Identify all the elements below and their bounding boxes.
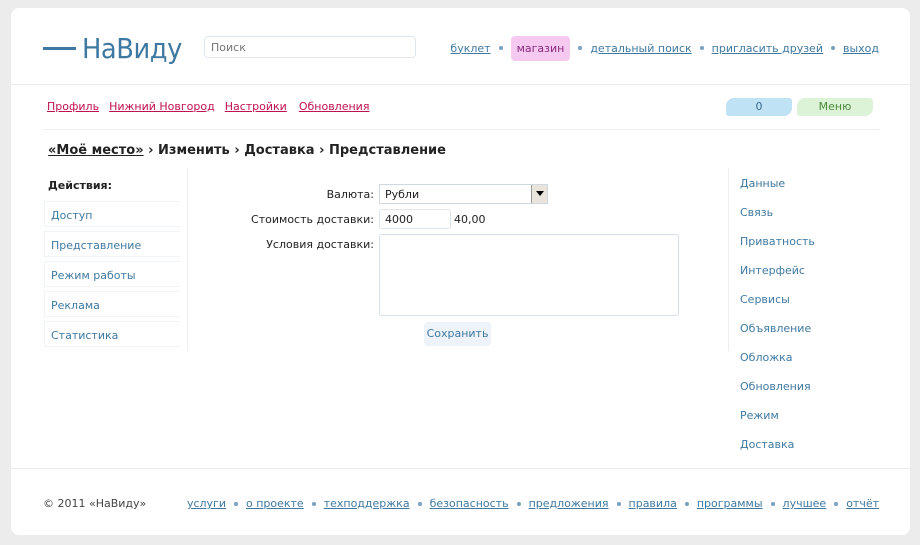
settings-menu: Данные Связь Приватность Интерфейс Серви…	[740, 177, 815, 467]
separator-dot	[417, 501, 422, 506]
menu-item-updates[interactable]: Обновления	[740, 380, 815, 409]
nav-invite-friends[interactable]: пригласить друзей	[712, 42, 823, 55]
subnav-profile[interactable]: Профиль	[47, 100, 99, 113]
subnav-divider	[43, 129, 879, 130]
footer-link[interactable]: безопасность	[430, 497, 509, 510]
column-divider	[728, 168, 729, 351]
nav-detailed-search[interactable]: детальный поиск	[590, 42, 691, 55]
footer-link[interactable]: отчёт	[846, 497, 879, 510]
currency-select[interactable]: Рубли	[379, 184, 548, 204]
menu-item-interface[interactable]: Интерфейс	[740, 264, 815, 293]
subnav-city[interactable]: Нижний Новгород	[109, 100, 215, 113]
action-work-mode[interactable]: Режим работы	[44, 261, 180, 287]
separator-dot	[233, 501, 238, 506]
separator-dot	[699, 46, 704, 50]
separator-dot	[311, 501, 316, 506]
save-button[interactable]: Сохранить	[424, 322, 491, 346]
cost-input[interactable]: 4000	[379, 209, 451, 229]
footer-link[interactable]: техподдержка	[324, 497, 410, 510]
menu-item-announcement[interactable]: Объявление	[740, 322, 815, 351]
menu-item-delivery[interactable]: Доставка	[740, 438, 815, 467]
subnav-updates[interactable]: Обновления	[299, 100, 370, 113]
menu-item-mode[interactable]: Режим	[740, 409, 815, 438]
breadcrumb-sep: ›	[148, 143, 154, 158]
cost-display: 40,00	[454, 213, 486, 226]
action-access[interactable]: Доступ	[44, 201, 180, 227]
search-input[interactable]	[204, 36, 416, 58]
breadcrumb-sep: ›	[234, 143, 240, 158]
breadcrumb-home[interactable]: «Моё место»	[48, 143, 144, 158]
action-statistics[interactable]: Статистика	[44, 321, 180, 347]
footer-link[interactable]: услуги	[187, 497, 226, 510]
breadcrumb-item: Доставка	[244, 143, 315, 158]
footer-nav: услуги о проекте техподдержка безопаснос…	[187, 497, 879, 510]
logo-dash	[43, 46, 76, 50]
logo-text: НаВиду	[82, 31, 182, 65]
actions-title: Действия:	[48, 179, 112, 192]
footer-link[interactable]: предложения	[529, 497, 609, 510]
logo[interactable]: НаВиду	[43, 28, 191, 68]
column-divider	[187, 168, 188, 351]
footer-link[interactable]: программы	[697, 497, 763, 510]
menu-item-cover[interactable]: Обложка	[740, 351, 815, 380]
separator-dot	[830, 46, 835, 50]
nav-shop[interactable]: магазин	[510, 35, 571, 61]
separator-dot	[616, 501, 621, 506]
breadcrumb-item: Представление	[328, 143, 446, 158]
nav-booklet[interactable]: буклет	[450, 42, 490, 55]
currency-value: Рубли	[385, 188, 420, 201]
action-presentation[interactable]: Представление	[44, 231, 180, 257]
terms-label: Условия доставки:	[266, 238, 374, 251]
action-advertising[interactable]: Реклама	[44, 291, 180, 317]
breadcrumb-item: Изменить	[158, 143, 230, 158]
separator-dot	[834, 501, 839, 506]
menu-item-services[interactable]: Сервисы	[740, 293, 815, 322]
actions-list: Доступ Представление Режим работы Реклам…	[44, 201, 180, 351]
cost-label: Стоимость доставки:	[251, 213, 374, 226]
subnav-settings[interactable]: Настройки	[225, 100, 287, 113]
footer-divider	[11, 468, 910, 469]
separator-dot	[516, 501, 521, 506]
currency-label: Валюта:	[326, 188, 374, 201]
breadcrumb: «Моё место» › Изменить › Доставка › Пред…	[48, 143, 446, 158]
header-divider	[11, 84, 910, 85]
menu-button[interactable]: Меню	[797, 98, 873, 116]
footer-link[interactable]: лучшее	[783, 497, 827, 510]
separator-dot	[498, 46, 503, 50]
chevron-down-icon[interactable]	[531, 185, 547, 203]
breadcrumb-sep: ›	[319, 143, 325, 158]
terms-textarea[interactable]	[379, 234, 679, 316]
sub-nav: Профиль Нижний Новгород Настройки Обновл…	[47, 100, 369, 113]
menu-item-data[interactable]: Данные	[740, 177, 815, 206]
top-nav: буклет магазин детальный поиск пригласит…	[450, 35, 879, 61]
menu-item-contact[interactable]: Связь	[740, 206, 815, 235]
copyright: © 2011 «НаВиду»	[43, 497, 147, 510]
separator-dot	[684, 501, 689, 506]
separator-dot	[578, 46, 583, 50]
counter-badge[interactable]: 0	[726, 98, 792, 116]
menu-item-privacy[interactable]: Приватность	[740, 235, 815, 264]
footer-link[interactable]: о проекте	[246, 497, 304, 510]
footer-link[interactable]: правила	[629, 497, 677, 510]
nav-logout[interactable]: выход	[843, 42, 879, 55]
separator-dot	[770, 501, 775, 506]
